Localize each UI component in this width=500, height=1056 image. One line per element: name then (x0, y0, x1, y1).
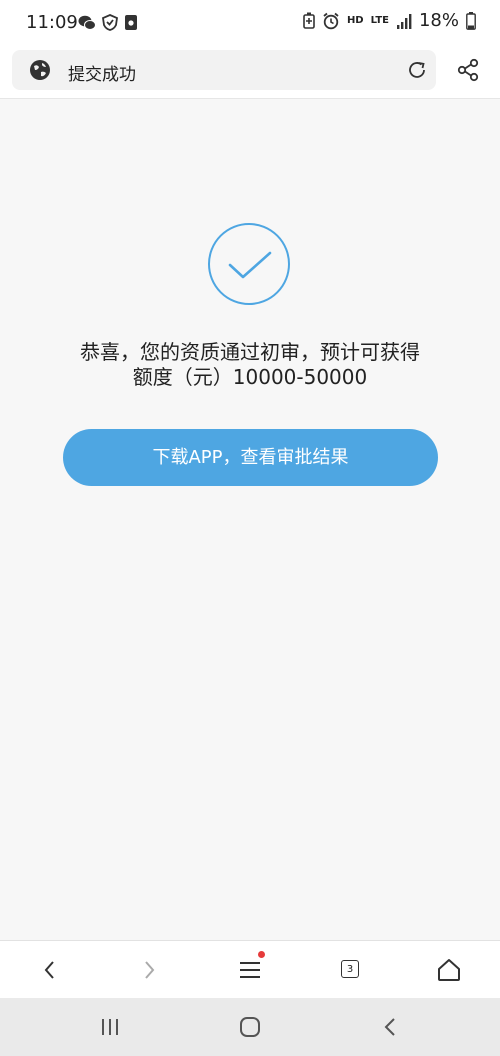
recents-button[interactable] (80, 998, 140, 1056)
forward-icon (145, 961, 155, 979)
tabs-icon: 3 (341, 960, 359, 978)
page-title: 提交成功 (68, 65, 136, 85)
vpn-shield-icon (102, 14, 118, 31)
menu-icon (240, 962, 260, 978)
download-app-button[interactable]: 下载APP，查看审批结果 (63, 429, 438, 486)
home-circle-icon (240, 1017, 260, 1037)
approval-message-line2: 额度（元）10000-50000 (132, 365, 368, 389)
system-navigation-bar (0, 998, 500, 1056)
globe-icon[interactable] (29, 59, 51, 81)
notification-dot (258, 951, 265, 958)
tabs-button[interactable]: 3 (319, 941, 379, 999)
browser-address-row: 提交成功 (0, 46, 500, 99)
back-button[interactable] (20, 941, 80, 999)
address-bar[interactable]: 提交成功 (12, 50, 436, 90)
browser-toolbar: 3 (0, 940, 500, 999)
status-time: 11:09 (26, 12, 78, 33)
system-home-button[interactable] (220, 998, 280, 1056)
battery-percent: 18% (418, 10, 459, 31)
status-bar: 11:09 HD LTE 18% (0, 0, 500, 46)
system-back-button[interactable] (360, 998, 420, 1056)
forward-button[interactable] (119, 941, 179, 999)
share-icon[interactable] (456, 58, 480, 82)
approval-message: 恭喜，您的资质通过初审，预计可获得 额度（元）10000-50000 (20, 340, 480, 390)
sim-card-icon (125, 15, 137, 30)
back-icon (44, 961, 54, 979)
reload-icon[interactable] (406, 59, 428, 81)
approval-message-line1: 恭喜，您的资质通过初审，预计可获得 (80, 340, 420, 364)
network-type: LTE (370, 14, 389, 26)
battery-icon (466, 11, 476, 30)
alarm-icon (323, 12, 339, 29)
hd-indicator: HD (346, 14, 364, 26)
recents-icon (102, 1019, 118, 1035)
battery-saver-icon (303, 12, 315, 29)
home-button[interactable] (419, 941, 479, 999)
menu-button[interactable] (220, 941, 280, 999)
wechat-icon (78, 15, 96, 30)
signal-icon (396, 13, 412, 29)
home-icon (438, 959, 460, 981)
system-back-icon (384, 1018, 395, 1036)
success-check-icon (208, 223, 290, 305)
